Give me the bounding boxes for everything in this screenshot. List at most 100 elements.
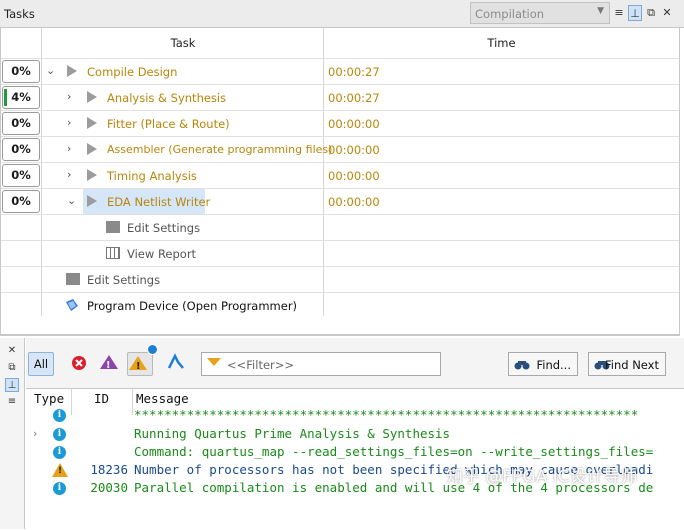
play-icon[interactable] [87,143,97,155]
message-text: ****************************************… [134,407,639,422]
chevron-down-icon[interactable]: ⌄ [67,194,76,207]
task-row[interactable]: 0% › Timing Analysis 00:00:00 [1,162,679,188]
programmer-icon [66,299,78,311]
chevron-right-icon[interactable]: › [67,168,71,181]
chevron-down-icon[interactable]: ⌄ [46,64,55,77]
messages-table: Type ID Message i **********************… [26,388,684,530]
menu-icon[interactable]: ≡ [612,5,626,21]
message-row[interactable]: i **************************************… [26,407,684,425]
message-row[interactable]: › i Running Quartus Prime Analysis & Syn… [26,426,684,444]
play-icon[interactable] [67,65,77,77]
critical-warning-filter-button[interactable]: ! [99,352,121,376]
task-time: 00:00:00 [328,143,380,157]
restore-window-icon[interactable]: ⧉ [5,361,19,375]
task-name: EDA Netlist Writer [107,195,211,209]
task-name: Edit Settings [127,221,201,235]
suppress-filter-button[interactable] [166,352,188,376]
info-icon: i [53,409,66,422]
progress-badge: 0% [2,60,40,83]
play-icon[interactable] [87,117,97,129]
warning-icon: ! [129,356,147,372]
warning-filter-button[interactable]: ! [127,344,158,376]
menu-icon[interactable]: ≡ [5,395,19,409]
task-name: View Report [127,247,197,261]
task-row[interactable]: Edit Settings [1,266,679,292]
chevron-right-icon[interactable]: › [33,427,37,440]
play-icon[interactable] [87,195,97,207]
task-name: Edit Settings [87,273,161,287]
message-column-header[interactable]: Message [136,391,189,406]
task-time: 00:00:27 [328,65,380,79]
chevron-right-icon[interactable]: › [67,116,71,129]
task-row[interactable]: 4% › Analysis & Synthesis 00:00:27 [1,84,679,110]
task-name: Analysis & Synthesis [107,91,227,105]
chevron-right-icon[interactable]: › [67,90,71,103]
task-row-selected[interactable]: 0% ⌄ EDA Netlist Writer 00:00:00 [1,188,679,214]
tasks-header: Tasks Compilation ▼ ≡ ⊥ ⧉ ✕ [0,0,684,28]
filter-icon [207,358,221,366]
svg-text:!: ! [106,360,111,370]
find-label: Find... [536,358,571,372]
tasks-title: Tasks [4,7,35,21]
play-icon[interactable] [87,169,97,181]
message-text: Command: quartus_map --read_settings_fil… [134,444,654,459]
task-name: Compile Design [87,65,178,79]
progress-badge: 0% [2,112,40,135]
time-column-header[interactable]: Time [324,28,679,58]
show-all-button[interactable]: All [28,352,54,376]
type-column-header[interactable]: Type [34,391,64,406]
task-time: 00:00:00 [328,169,380,183]
task-name: Fitter (Place & Route) [107,117,230,131]
message-id: 18236 [90,462,128,477]
task-time: 00:00:27 [328,91,380,105]
flow-select[interactable]: Compilation ▼ [470,2,610,24]
suppress-icon [167,353,184,369]
chevron-right-icon[interactable]: › [67,142,71,155]
pin-icon[interactable]: ⊥ [628,5,642,21]
find-next-button[interactable]: Find Next [588,352,666,376]
task-name: Program Device (Open Programmer) [87,299,298,313]
watermark: 知乎 @FPGA IC设计导师 [446,467,638,487]
binoculars-icon [514,361,530,370]
task-time: 00:00:00 [328,117,380,131]
error-filter-button[interactable] [70,352,92,376]
message-text: Running Quartus Prime Analysis & Synthes… [134,426,451,441]
notification-dot-icon [147,344,158,355]
task-row[interactable]: 0% › Assembler (Generate programming fil… [1,136,679,162]
info-icon: i [53,482,66,495]
id-column-header[interactable]: ID [94,391,109,406]
message-row[interactable]: i Command: quartus_map --read_settings_f… [26,444,684,462]
task-row[interactable]: View Report [1,240,679,266]
play-icon[interactable] [87,91,97,103]
progress-fill [4,89,7,106]
close-icon[interactable]: ✕ [660,5,674,21]
flow-select-value: Compilation [475,7,545,21]
svg-text:!: ! [136,361,141,371]
task-row[interactable]: Edit Settings [1,214,679,240]
settings-icon [106,221,120,233]
critical-warning-icon: ! [100,355,118,371]
report-icon [106,247,120,259]
task-name: Timing Analysis [107,169,197,183]
task-row[interactable]: Program Device (Open Programmer) [1,292,679,318]
messages-toolbar: All ! ! <<Filter>> Find... Find Next [26,338,684,388]
task-row[interactable]: 0% › Fitter (Place & Route) 00:00:00 [1,110,679,136]
task-name: Assembler (Generate programming files) [107,143,333,156]
task-row[interactable]: 0% ⌄ Compile Design 00:00:27 [1,58,679,84]
task-column-header[interactable]: Task [43,28,323,58]
progress-badge: 0% [2,138,40,161]
settings-icon [66,273,80,285]
task-time: 00:00:00 [328,195,380,209]
filter-input[interactable]: <<Filter>> [201,352,441,376]
progress-badge: 0% [2,190,40,213]
close-icon[interactable]: ✕ [5,344,19,358]
progress-badge: 0% [2,164,40,187]
pin-icon[interactable]: ⊥ [5,378,19,392]
filter-placeholder: <<Filter>> [227,358,295,372]
error-icon [72,356,86,370]
find-button[interactable]: Find... [508,352,578,376]
chevron-down-icon: ▼ [597,6,604,16]
restore-window-icon[interactable]: ⧉ [644,5,658,21]
progress-badge: 4% [2,86,40,109]
message-id: 20030 [90,480,128,495]
